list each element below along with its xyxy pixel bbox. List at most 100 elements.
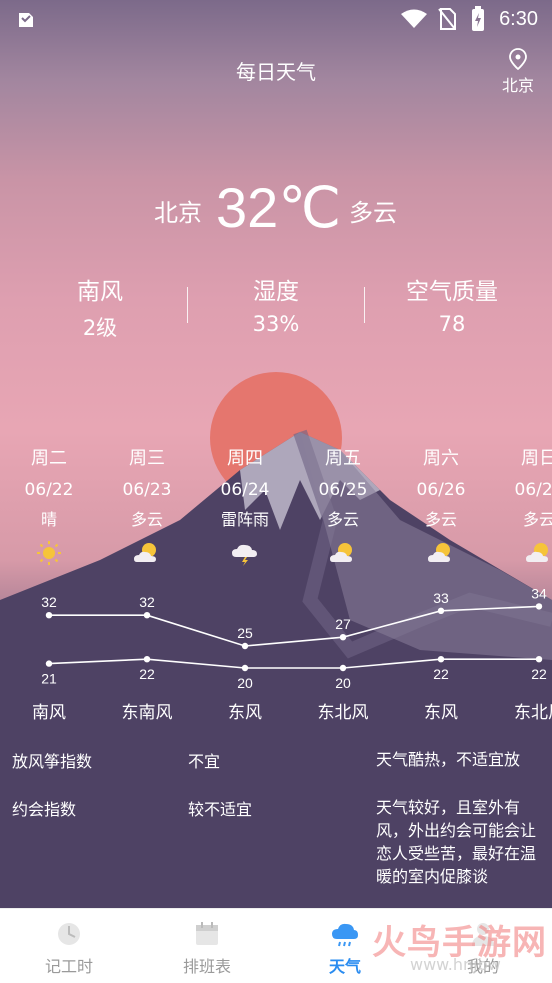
- low-temp-line: [48, 658, 539, 669]
- stat-humidity: 湿度 33%: [188, 272, 364, 336]
- thunderstorm-icon: [230, 540, 260, 566]
- battery-charging-icon: [470, 6, 486, 36]
- low-temp-label: 20: [335, 675, 351, 690]
- life-index-tip: 天气酷热，不适宜放: [376, 750, 521, 769]
- current-condition: 多云: [349, 199, 397, 227]
- forecast-condition: 晴: [40, 510, 57, 529]
- life-index-name: 放风筝指数: [12, 752, 93, 771]
- stat-label: 空气质量: [406, 279, 498, 305]
- high-temp-point: [45, 612, 53, 619]
- stat-value: 2级: [82, 316, 118, 340]
- low-temp-label: 21: [41, 671, 57, 687]
- low-temp-point: [339, 664, 347, 672]
- life-index-status: 不宜: [188, 752, 221, 771]
- stat-label: 湿度: [253, 279, 299, 305]
- low-temp-point: [535, 656, 543, 663]
- status-bar: 6:30: [0, 0, 552, 40]
- forecast-wind: 南风: [32, 703, 66, 723]
- status-time: 6:30: [499, 8, 538, 30]
- forecast-weekday: 周五: [325, 448, 361, 469]
- forecast-wind: 东北风: [317, 703, 369, 723]
- forecast-weekday: 周三: [129, 448, 165, 469]
- forecast-date: 06/25: [318, 480, 368, 500]
- forecast-day: 周四 06/24 雷阵雨: [196, 444, 294, 566]
- stat-label: 南风: [77, 279, 123, 305]
- watermark-url: www.hnjbw: [410, 955, 501, 974]
- low-temp-label: 22: [139, 666, 155, 682]
- forecast-day: 周二 06/22 晴: [0, 444, 98, 566]
- forecast-condition: 多云: [522, 510, 552, 529]
- high-temp-point: [437, 607, 445, 614]
- life-index-status: 较不适宜: [188, 800, 253, 819]
- life-index-tip: 天气较好，且室外有风，外出约会可能会让恋人受些苦，最好在温暖的室内促膝谈: [376, 798, 537, 886]
- forecast-day: 周六 06/26 多云: [392, 444, 490, 566]
- high-temp-label: 25: [237, 625, 253, 641]
- low-temp-label: 22: [433, 666, 449, 682]
- high-temp-point: [339, 634, 347, 641]
- forecast-date: 06/24: [220, 480, 270, 500]
- low-temp-point: [241, 664, 249, 672]
- tab-schedule[interactable]: 排班表: [138, 909, 276, 983]
- high-temp-label: 32: [139, 594, 155, 610]
- partly-cloudy-icon: [524, 540, 552, 566]
- forecast-wind: 东北风: [514, 703, 552, 723]
- current-temperature: 32℃: [216, 176, 342, 239]
- app-notification-icon: [14, 8, 38, 32]
- low-temp-label: 20: [237, 675, 253, 690]
- current-weather: 北京 32℃ 多云: [0, 175, 552, 245]
- temperature-curve: 32 32 25 27 33 34 21 22 20 20 22 22: [41, 585, 547, 690]
- partly-cloudy-icon: [132, 540, 162, 566]
- forecast-condition: 多云: [424, 510, 457, 529]
- location-pin-icon: [509, 48, 527, 71]
- forecast-date: 06/26: [416, 480, 466, 500]
- forecast-condition: 多云: [326, 510, 359, 529]
- weather-stats: 南风 2级 湿度 33% 空气质量 78: [0, 272, 552, 342]
- forecast-condition: 雷阵雨: [220, 510, 269, 529]
- forecast-day: 周日 06/27 多云: [490, 444, 552, 566]
- page-title: 每日天气: [236, 60, 316, 84]
- stat-wind: 南风 2级: [12, 272, 188, 342]
- forecast-wind: 东风: [424, 703, 458, 723]
- high-temp-point: [241, 642, 249, 650]
- tab-label: 排班表: [182, 957, 231, 976]
- clock-icon: [54, 919, 84, 949]
- forecast-date: 06/23: [122, 480, 172, 500]
- location-label: 北京: [501, 76, 534, 95]
- stat-value: 33%: [252, 312, 300, 336]
- stat-air-quality: 空气质量 78: [364, 272, 540, 336]
- cloud-icon: [330, 919, 360, 949]
- forecast-day: 周五 06/25 多云: [294, 444, 392, 566]
- calendar-icon: [192, 919, 222, 949]
- tab-label: 记工时: [44, 957, 93, 976]
- no-sim-icon: [437, 7, 457, 35]
- low-temp-point: [143, 656, 151, 663]
- current-city: 北京: [154, 199, 202, 227]
- life-index-name: 约会指数: [12, 800, 77, 819]
- forecast-date: 06/27: [514, 480, 552, 500]
- high-temp-label: 27: [335, 616, 351, 632]
- low-temp-point: [45, 660, 53, 667]
- forecast-weekday: 周日: [521, 448, 552, 469]
- wifi-icon: [400, 8, 428, 34]
- partly-cloudy-icon: [426, 540, 456, 566]
- sun-icon: [34, 540, 64, 566]
- forecast-date: 06/22: [24, 480, 74, 500]
- high-temp-point: [535, 603, 543, 610]
- stat-value: 78: [438, 312, 466, 336]
- high-temp-line: [49, 605, 540, 647]
- forecast-wind: 东风: [228, 703, 262, 723]
- forecast-wind: 东南风: [121, 703, 173, 723]
- forecast-weekday: 周六: [423, 448, 459, 469]
- partly-cloudy-icon: [328, 540, 358, 566]
- high-temp-point: [143, 612, 151, 619]
- forecast-condition: 多云: [130, 510, 163, 529]
- high-temp-label: 33: [433, 590, 449, 606]
- forecast-day: 周三 06/23 多云: [98, 444, 196, 566]
- forecast-weekday: 周二: [31, 448, 67, 469]
- forecast-weekday: 周四: [227, 448, 263, 469]
- low-temp-point: [437, 656, 445, 663]
- tab-work-hours[interactable]: 记工时: [0, 909, 138, 983]
- high-temp-label: 34: [531, 585, 547, 601]
- low-temp-label: 22: [531, 666, 547, 682]
- location-button[interactable]: 北京: [498, 48, 538, 96]
